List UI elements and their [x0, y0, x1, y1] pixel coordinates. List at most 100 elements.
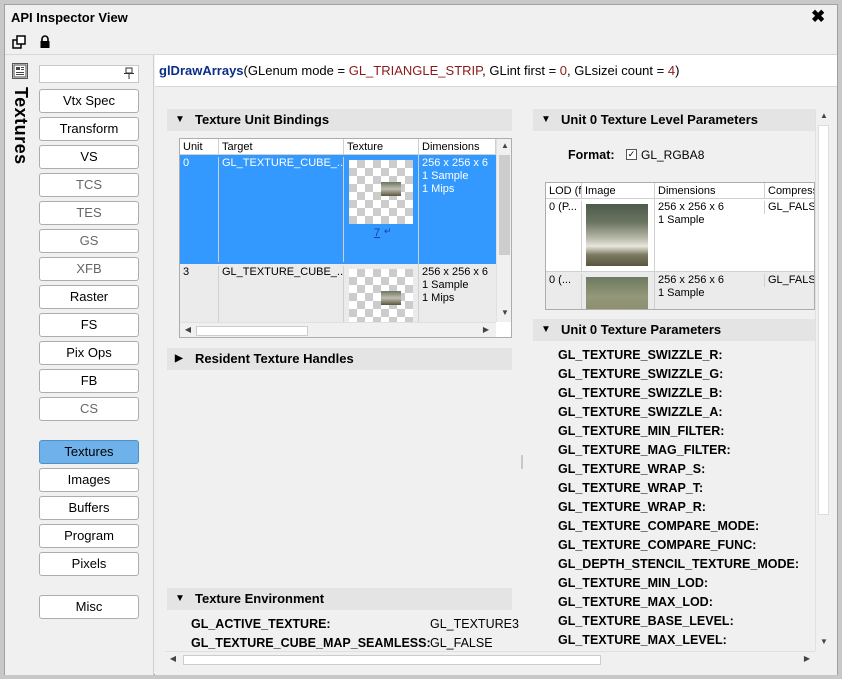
expanded-triangle-icon: ▼ — [541, 324, 551, 335]
param-depth-stencil-mode: GL_DEPTH_STENCIL_TEXTURE_MODE: — [558, 557, 800, 571]
scroll-right-icon[interactable]: ▶ — [799, 652, 815, 666]
sidebar-button-vtx-spec[interactable]: Vtx Spec — [39, 89, 139, 113]
expanded-triangle-icon: ▼ — [175, 114, 185, 125]
window-frame: API Inspector View ✖ Textures Vtx Spec T… — [0, 0, 842, 679]
scroll-up-icon[interactable]: ▲ — [816, 109, 832, 123]
param-swizzle-g: GL_TEXTURE_SWIZZLE_G: — [558, 367, 724, 381]
texture-link[interactable]: 7 — [374, 227, 380, 239]
env-name-active-texture: GL_ACTIVE_TEXTURE: — [191, 617, 331, 631]
sidebar-button-images[interactable]: Images — [39, 468, 139, 492]
sidebar-button-pix-ops[interactable]: Pix Ops — [39, 341, 139, 365]
scroll-thumb[interactable] — [196, 326, 308, 336]
level-image-thumbnail[interactable] — [586, 204, 648, 266]
param-base-level: GL_TEXTURE_BASE_LEVEL: — [558, 614, 734, 628]
expanded-triangle-icon: ▼ — [541, 114, 551, 125]
sidebar-button-xfb[interactable]: XFB — [39, 257, 139, 281]
param-wrap-r: GL_TEXTURE_WRAP_R: — [558, 500, 706, 514]
sidebar-button-transform[interactable]: Transform — [39, 117, 139, 141]
table-row[interactable]: 0 GL_TEXTURE_CUBE_... 7 ↵ 256 x 256 x 6 … — [180, 155, 496, 264]
vertical-tab-label: Textures — [11, 87, 31, 165]
param-wrap-s: GL_TEXTURE_WRAP_S: — [558, 462, 706, 476]
param-swizzle-a: GL_TEXTURE_SWIZZLE_A: — [558, 405, 723, 419]
sidebar-button-vs[interactable]: VS — [39, 145, 139, 169]
sidebar-button-tcs[interactable]: TCS — [39, 173, 139, 197]
column-header-unit[interactable]: Unit — [180, 139, 219, 155]
scroll-up-icon[interactable]: ▲ — [497, 139, 511, 153]
collapsed-triangle-icon: ▶ — [175, 353, 183, 364]
format-checkbox-icon[interactable]: ✓ — [626, 149, 637, 160]
expanded-triangle-icon: ▼ — [175, 593, 185, 604]
sidebar-button-fs[interactable]: FS — [39, 313, 139, 337]
lock-icon[interactable] — [37, 35, 53, 51]
window-title: API Inspector View — [11, 10, 128, 25]
scroll-left-icon[interactable]: ◀ — [165, 652, 181, 666]
column-header-compressed[interactable]: Compress — [765, 183, 814, 199]
title-bar[interactable]: API Inspector View ✖ — [5, 5, 837, 31]
scroll-left-icon[interactable]: ◀ — [180, 323, 196, 337]
sidebar-button-gs[interactable]: GS — [39, 229, 139, 253]
horizontal-scrollbar[interactable]: ◀ ▶ — [180, 322, 496, 337]
sidebar-button-pixels[interactable]: Pixels — [39, 552, 139, 576]
scroll-down-icon[interactable]: ▼ — [497, 306, 511, 320]
level-parameters-table: LOD (f Image Dimensions Compress 0 (P...… — [545, 182, 815, 310]
follow-link-icon[interactable]: ↵ — [384, 226, 392, 237]
sidebar-button-tes[interactable]: TES — [39, 201, 139, 225]
level-parameters-header[interactable]: ▼ Unit 0 Texture Level Parameters — [533, 109, 815, 131]
param-swizzle-r: GL_TEXTURE_SWIZZLE_R: — [558, 348, 723, 362]
texture-parameters-header[interactable]: ▼ Unit 0 Texture Parameters — [533, 319, 815, 341]
column-header-target[interactable]: Target — [219, 139, 344, 155]
sidebar: Textures Vtx Spec Transform VS TCS TES G… — [5, 55, 154, 675]
undock-icon[interactable] — [11, 35, 27, 51]
vertical-scrollbar[interactable]: ▲ ▼ — [496, 139, 511, 322]
param-first-value: 0 — [559, 63, 568, 78]
param-mode-value: GL_TRIANGLE_STRIP — [348, 63, 483, 78]
resident-texture-handles-header[interactable]: ▶ Resident Texture Handles — [167, 348, 512, 370]
sidebar-button-buffers[interactable]: Buffers — [39, 496, 139, 520]
table-row[interactable]: 3 GL_TEXTURE_CUBE_... 256 x 256 x 6 1 Sa… — [180, 264, 496, 322]
scroll-thumb[interactable] — [183, 655, 601, 665]
close-icon[interactable]: ✖ — [811, 7, 825, 27]
column-header-dimensions[interactable]: Dimensions — [655, 183, 765, 199]
vertical-tab-textures[interactable]: Textures — [8, 55, 32, 675]
format-value: GL_RGBA8 — [641, 148, 705, 162]
texture-unit-bindings-header[interactable]: ▼ Texture Unit Bindings — [167, 109, 512, 131]
sidebar-button-misc[interactable]: Misc — [39, 595, 139, 619]
env-value-cube-map-seamless: GL_FALSE — [430, 636, 493, 650]
main-horizontal-scrollbar[interactable]: ◀ ▶ — [165, 651, 815, 667]
env-value-active-texture: GL_TEXTURE3 — [430, 617, 519, 631]
env-name-cube-map-seamless: GL_TEXTURE_CUBE_MAP_SEAMLESS: — [191, 636, 431, 650]
texture-thumbnail[interactable] — [349, 160, 413, 224]
param-min-filter: GL_TEXTURE_MIN_FILTER: — [558, 424, 725, 438]
function-signature: glDrawArrays(GLenum mode = GL_TRIANGLE_S… — [159, 63, 680, 78]
scroll-thumb[interactable] — [499, 155, 510, 255]
right-pane: ▼ Unit 0 Texture Level Parameters Format… — [533, 105, 815, 651]
call-header: glDrawArrays(GLenum mode = GL_TRIANGLE_S… — [155, 55, 837, 87]
column-header-dimensions[interactable]: Dimensions — [419, 139, 496, 155]
table-row[interactable]: 0 (... 256 x 256 x 6 1 Sample GL_FALSE — [546, 272, 814, 309]
level-image-thumbnail[interactable] — [586, 277, 648, 309]
format-label: Format: — [568, 148, 615, 162]
scroll-thumb[interactable] — [818, 125, 829, 515]
texture-thumbnail[interactable] — [349, 269, 413, 322]
column-header-lod[interactable]: LOD (f — [546, 183, 582, 199]
pin-icon[interactable] — [124, 67, 134, 82]
sidebar-button-cs[interactable]: CS — [39, 397, 139, 421]
api-inspector-window: API Inspector View ✖ Textures Vtx Spec T… — [4, 4, 838, 675]
main-vertical-scrollbar[interactable]: ▲ ▼ — [815, 109, 831, 651]
splitter-handle[interactable] — [521, 455, 523, 469]
sidebar-button-raster[interactable]: Raster — [39, 285, 139, 309]
sidebar-button-textures[interactable]: Textures — [39, 440, 139, 464]
column-header-image[interactable]: Image — [582, 183, 655, 199]
scroll-down-icon[interactable]: ▼ — [816, 635, 832, 649]
sidebar-button-fb[interactable]: FB — [39, 369, 139, 393]
table-row[interactable]: 0 (P... 256 x 256 x 6 1 Sample GL_FALSE — [546, 199, 814, 272]
toolbar — [5, 31, 837, 55]
function-name: glDrawArrays — [159, 63, 244, 78]
column-header-texture[interactable]: Texture — [344, 139, 419, 155]
param-count-value: 4 — [667, 63, 676, 78]
param-wrap-t: GL_TEXTURE_WRAP_T: — [558, 481, 704, 495]
param-compare-func: GL_TEXTURE_COMPARE_FUNC: — [558, 538, 757, 552]
scroll-right-icon[interactable]: ▶ — [478, 323, 494, 337]
texture-environment-header[interactable]: ▼ Texture Environment — [167, 588, 512, 610]
sidebar-button-program[interactable]: Program — [39, 524, 139, 548]
